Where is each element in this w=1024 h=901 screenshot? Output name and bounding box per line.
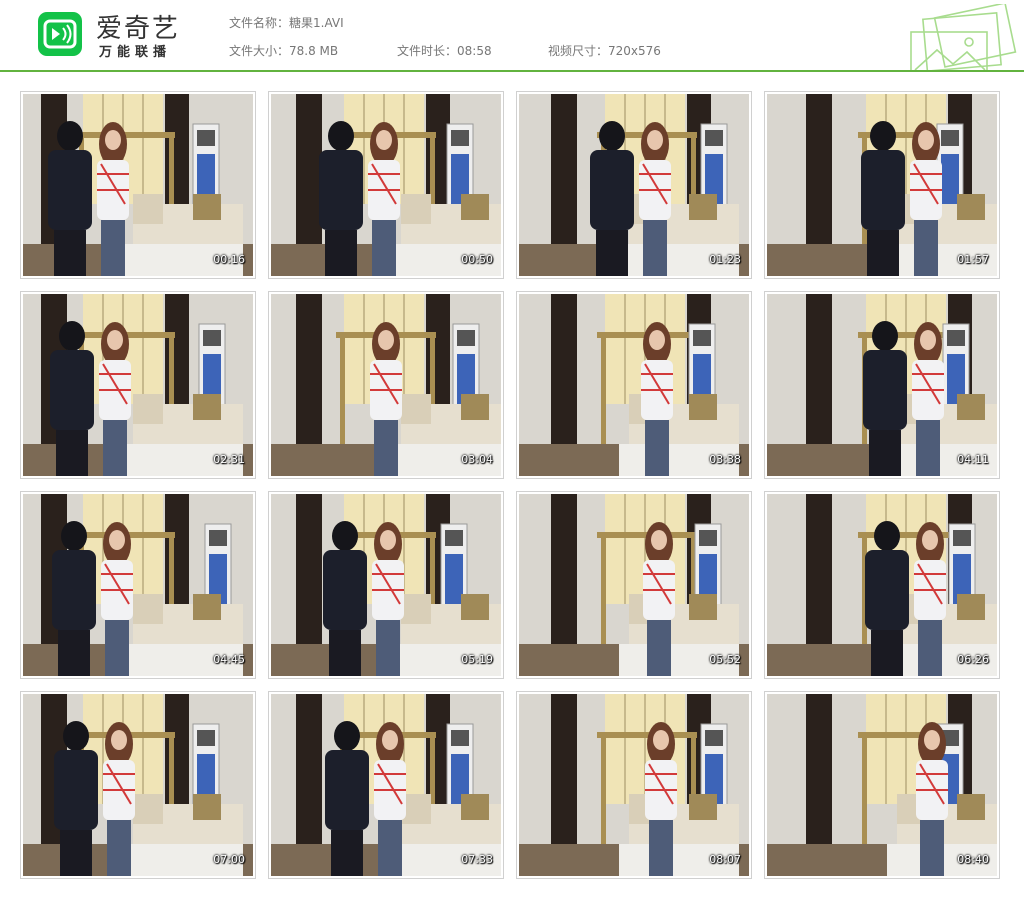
video-thumbnail[interactable]: 07:00 [20, 691, 256, 879]
thumbnail-timestamp: 04:11 [957, 453, 989, 466]
thumbnail-frame-image: 05:19 [271, 494, 501, 676]
thumbnail-frame-image: 03:04 [271, 294, 501, 476]
video-thumbnail[interactable]: 04:11 [764, 291, 1000, 479]
thumbnail-timestamp: 08:40 [957, 853, 989, 866]
video-thumbnail[interactable]: 00:50 [268, 91, 504, 279]
video-thumbnail[interactable]: 01:23 [516, 91, 752, 279]
file-name-row: 文件名称：糖果1.AVI [229, 14, 344, 31]
video-thumbnail[interactable]: 03:38 [516, 291, 752, 479]
thumbnail-timestamp: 07:33 [461, 853, 493, 866]
thumbnail-frame-image: 04:45 [23, 494, 253, 676]
iqiyi-logo-icon [38, 12, 82, 56]
video-thumbnail[interactable]: 02:31 [20, 291, 256, 479]
thumbnail-frame-image: 08:07 [519, 694, 749, 876]
file-name-value: 糖果1.AVI [289, 16, 344, 30]
app-subtitle: 万能联播 [99, 45, 172, 60]
thumbnail-frame-image: 06:26 [767, 494, 997, 676]
header-divider [0, 70, 1024, 72]
thumbnail-timestamp: 03:38 [709, 453, 741, 466]
thumbnail-timestamp: 05:52 [709, 653, 741, 666]
header: 爱奇艺 万能联播 文件名称：糖果1.AVI 文件大小：78.8 MB 文件时长：… [0, 0, 1024, 72]
video-thumbnail[interactable]: 00:16 [20, 91, 256, 279]
video-thumbnail[interactable]: 08:40 [764, 691, 1000, 879]
file-duration-label: 文件时长： [397, 44, 458, 58]
video-thumbnail[interactable]: 05:19 [268, 491, 504, 679]
thumbnail-timestamp: 04:45 [213, 653, 245, 666]
app-name: 爱奇艺 [96, 14, 181, 44]
thumbnail-frame-image: 03:38 [519, 294, 749, 476]
photo-stack-icon [910, 4, 1017, 70]
thumbnail-timestamp: 00:16 [213, 253, 245, 266]
video-thumbnail[interactable]: 01:57 [764, 91, 1000, 279]
thumbnail-frame-image: 05:52 [519, 494, 749, 676]
thumbnail-frame-image: 04:11 [767, 294, 997, 476]
thumbnail-timestamp: 03:04 [461, 453, 493, 466]
file-size-value: 78.8 MB [289, 44, 339, 58]
thumbnail-timestamp: 05:19 [461, 653, 493, 666]
thumbnail-frame-image: 00:50 [271, 94, 501, 276]
thumbnail-timestamp: 07:00 [213, 853, 245, 866]
thumbnail-frame-image: 08:40 [767, 694, 997, 876]
video-thumbnail[interactable]: 05:52 [516, 491, 752, 679]
thumbnail-timestamp: 08:07 [709, 853, 741, 866]
file-name-label: 文件名称： [229, 16, 290, 30]
thumbnail-timestamp: 00:50 [461, 253, 493, 266]
video-thumbnail[interactable]: 08:07 [516, 691, 752, 879]
video-resolution-value: 720x576 [608, 44, 661, 58]
video-thumbnail[interactable]: 06:26 [764, 491, 1000, 679]
thumbnail-frame-image: 01:23 [519, 94, 749, 276]
file-size-label: 文件大小： [229, 44, 290, 58]
video-resolution-row: 视频尺寸：720x576 [548, 42, 661, 59]
thumbnail-frame-image: 02:31 [23, 294, 253, 476]
thumbnail-frame-image: 07:00 [23, 694, 253, 876]
video-resolution-label: 视频尺寸： [548, 44, 609, 58]
file-duration-value: 08:58 [457, 44, 492, 58]
thumbnail-frame-image: 00:16 [23, 94, 253, 276]
thumbnail-timestamp: 02:31 [213, 453, 245, 466]
thumbnail-timestamp: 06:26 [957, 653, 989, 666]
file-size-row: 文件大小：78.8 MB [229, 42, 338, 59]
thumbnail-timestamp: 01:23 [709, 253, 741, 266]
video-thumbnail[interactable]: 04:45 [20, 491, 256, 679]
file-duration-row: 文件时长：08:58 [397, 42, 492, 59]
thumbnail-timestamp: 01:57 [957, 253, 989, 266]
video-thumbnail[interactable]: 03:04 [268, 291, 504, 479]
thumbnail-frame-image: 01:57 [767, 94, 997, 276]
thumbnail-frame-image: 07:33 [271, 694, 501, 876]
video-thumbnail[interactable]: 07:33 [268, 691, 504, 879]
